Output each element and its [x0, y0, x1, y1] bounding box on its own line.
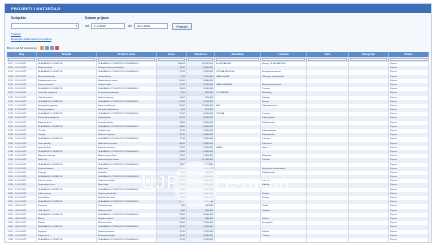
- category-select[interactable]: ▾: [11, 23, 79, 29]
- table-cell: 3.700.000: [187, 237, 215, 243]
- from-label: od: [85, 24, 89, 28]
- table-cell: 23.10: [157, 237, 187, 243]
- table-cell: ULAGANJE U OBJEKTE: [37, 237, 97, 243]
- column-filter-input[interactable]: [98, 58, 155, 61]
- table-cell: [349, 237, 389, 243]
- column-filter-input[interactable]: [216, 58, 259, 61]
- watermark-logo: UJP e-racun: [133, 161, 333, 207]
- table-body: 1227 .. 21.01.2022 ULAGANJE U OBJEKTE ULAG…: [7, 62, 429, 243]
- chevron-down-icon: ▾: [75, 24, 77, 28]
- column-filter-input[interactable]: [262, 58, 305, 61]
- to-label: do: [128, 24, 132, 28]
- watermark-suffix: e-racun: [225, 173, 290, 194]
- date-to-input[interactable]: 31.1.2022: [134, 23, 168, 29]
- documents-link[interactable]: Dostupni dokumenti po načinu: [11, 37, 51, 41]
- search-button[interactable]: Pretraži: [172, 22, 192, 30]
- table-cell: [261, 237, 307, 243]
- table-cell: ULAGANJE U TURISTIČKU IZGRADNJU: [97, 237, 157, 243]
- column-filter-input[interactable]: [390, 58, 427, 61]
- column-filter-input[interactable]: [350, 58, 387, 61]
- table-cell: 1269 .. 07.01.2022: [7, 237, 37, 243]
- column-filter-input[interactable]: [8, 58, 35, 61]
- export-icon[interactable]: [54, 46, 59, 50]
- period-label: Datum prijave: [85, 16, 109, 20]
- next-page-icon[interactable]: [49, 46, 54, 50]
- table-cell: Prijava: [389, 237, 429, 243]
- table-cell: [307, 237, 349, 243]
- pager-text: Broj 1 od 18 (stranica): [7, 46, 37, 50]
- app-window: PROJEKTI I NATJEČAJI Subjekte ▾ Datum pr…: [4, 3, 432, 243]
- column-filter-input[interactable]: [188, 58, 213, 61]
- first-page-icon[interactable]: [39, 46, 44, 50]
- window-title: PROJEKTI I NATJEČAJI: [5, 4, 431, 13]
- column-filter-input[interactable]: [38, 58, 95, 61]
- pager: Broj 1 od 18 (stranica): [7, 45, 59, 51]
- table-cell: [215, 237, 261, 243]
- table-row[interactable]: 1269 .. 07.01.2022 ULAGANJE U OBJEKTE ULAG…: [7, 237, 429, 243]
- category-label: Subjekte: [11, 16, 26, 20]
- prev-page-icon[interactable]: [44, 46, 49, 50]
- column-filter-input[interactable]: [308, 58, 347, 61]
- column-filter-input[interactable]: [158, 58, 185, 61]
- watermark-circle: [173, 161, 219, 207]
- results-table: Broj Subjekt Projekt / naziv Iznos Vrijednos…: [7, 52, 429, 243]
- watermark-brand: UJP: [141, 173, 180, 194]
- search-link[interactable]: Traženi: [11, 32, 21, 36]
- date-from-input[interactable]: 1.1.2022: [91, 23, 125, 29]
